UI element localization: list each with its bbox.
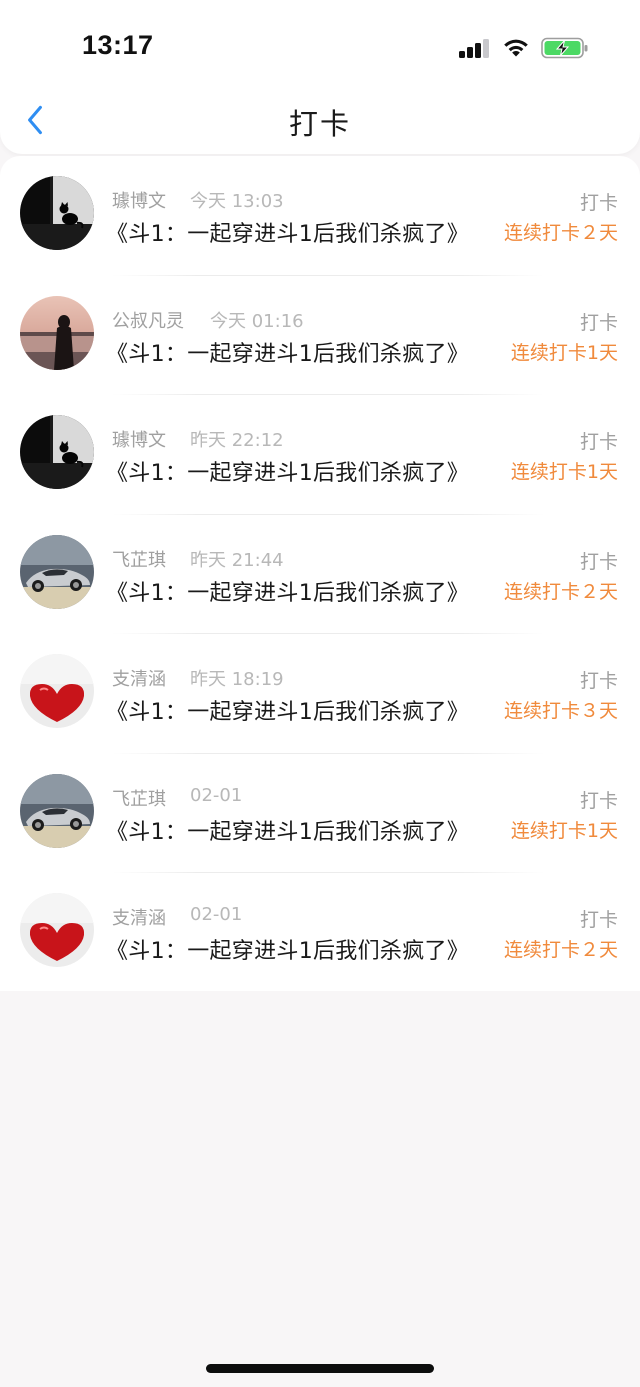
book-title[interactable]: 《斗1：一起穿进斗1后我们杀疯了》 [106, 336, 469, 368]
checkin-item[interactable]: 公叔凡灵 今天 01:16 《斗1：一起穿进斗1后我们杀疯了》 打卡 连续打卡1… [0, 276, 640, 395]
checkin-type: 打卡 [579, 192, 618, 214]
red-heart-avatar [20, 654, 94, 728]
avatar[interactable] [20, 654, 94, 728]
wifi-icon [502, 36, 530, 58]
checkin-time: 今天 13:03 [190, 191, 284, 212]
user-name: 璩博文 [112, 430, 166, 451]
red-heart-avatar [20, 893, 94, 967]
avatar[interactable] [20, 295, 94, 370]
status-time: 13:17 [82, 30, 154, 60]
checkin-type: 打卡 [579, 311, 618, 334]
cellular-signal-icon [459, 38, 491, 58]
streak-label: 连续打卡1天 [510, 819, 618, 842]
streak-label: 连续打卡２天 [503, 222, 618, 244]
book-title[interactable]: 《斗1：一起穿进斗1后我们杀疯了》 [106, 933, 469, 965]
book-title[interactable]: 《斗1：一起穿进斗1后我们杀疯了》 [106, 694, 469, 726]
page-title: 打卡 [288, 107, 351, 141]
checkin-time: 昨天 21:44 [190, 549, 284, 571]
user-name: 公叔凡灵 [112, 310, 184, 332]
streak-label: 连续打卡２天 [503, 580, 618, 603]
cat-silhouette-avatar [20, 415, 94, 489]
streak-label: 连续打卡２天 [503, 939, 618, 961]
checkin-list: 璩博文 今天 13:03 《斗1：一起穿进斗1后我们杀疯了》 打卡 连续打卡２天 [0, 156, 640, 991]
sports-car-avatar [20, 773, 94, 848]
checkin-type: 打卡 [579, 670, 618, 692]
streak-label: 连续打卡1天 [510, 461, 618, 483]
avatar[interactable] [20, 773, 94, 848]
book-title[interactable]: 《斗1：一起穿进斗1后我们杀疯了》 [106, 216, 469, 248]
book-title[interactable]: 《斗1：一起穿进斗1后我们杀疯了》 [106, 814, 469, 846]
user-name: 支清涵 [112, 908, 166, 929]
checkin-item[interactable]: 支清涵 02-01 《斗1：一起穿进斗1后我们杀疯了》 打卡 连续打卡２天 [0, 873, 640, 993]
user-name: 飞芷琪 [112, 788, 166, 810]
checkin-type: 打卡 [579, 909, 618, 931]
checkin-type: 打卡 [579, 431, 618, 453]
streak-label: 连续打卡1天 [510, 341, 618, 364]
checkin-type: 打卡 [579, 550, 618, 573]
cat-silhouette-avatar [20, 176, 94, 250]
avatar[interactable] [20, 534, 94, 609]
home-indicator[interactable] [206, 1364, 434, 1373]
avatar[interactable] [20, 893, 94, 967]
checkin-time: 今天 01:16 [210, 310, 304, 332]
checkin-item[interactable]: 璩博文 昨天 22:12 《斗1：一起穿进斗1后我们杀疯了》 打卡 连续打卡1天 [0, 395, 640, 515]
checkin-item[interactable]: 飞芷琪 02-01 《斗1：一起穿进斗1后我们杀疯了》 打卡 连续打卡1天 [0, 754, 640, 873]
book-title[interactable]: 《斗1：一起穿进斗1后我们杀疯了》 [106, 455, 469, 487]
checkin-time: 02-01 [190, 904, 243, 925]
header: 13:17 打卡 [0, 0, 640, 154]
checkin-time: 昨天 18:19 [190, 669, 284, 690]
girl-sunset-avatar [20, 295, 94, 370]
checkin-item[interactable]: 璩博文 今天 13:03 《斗1：一起穿进斗1后我们杀疯了》 打卡 连续打卡２天 [0, 156, 640, 276]
checkin-screen: 13:17 打卡 璩博文 今天 13:03 《斗1：一起穿进斗1后我们杀疯了》 … [0, 0, 640, 1387]
checkin-type: 打卡 [579, 789, 618, 812]
avatar[interactable] [20, 415, 94, 489]
checkin-item[interactable]: 支清涵 昨天 18:19 《斗1：一起穿进斗1后我们杀疯了》 打卡 连续打卡３天 [0, 634, 640, 754]
user-name: 璩博文 [112, 191, 166, 212]
battery-charging-icon [541, 37, 589, 59]
avatar[interactable] [20, 176, 94, 250]
user-name: 飞芷琪 [112, 549, 166, 571]
checkin-time: 02-01 [190, 784, 243, 806]
book-title[interactable]: 《斗1：一起穿进斗1后我们杀疯了》 [106, 575, 469, 607]
streak-label: 连续打卡３天 [503, 700, 618, 722]
checkin-time: 昨天 22:12 [190, 430, 284, 451]
checkin-item[interactable]: 飞芷琪 昨天 21:44 《斗1：一起穿进斗1后我们杀疯了》 打卡 连续打卡２天 [0, 515, 640, 634]
sports-car-avatar [20, 534, 94, 609]
user-name: 支清涵 [112, 669, 166, 690]
